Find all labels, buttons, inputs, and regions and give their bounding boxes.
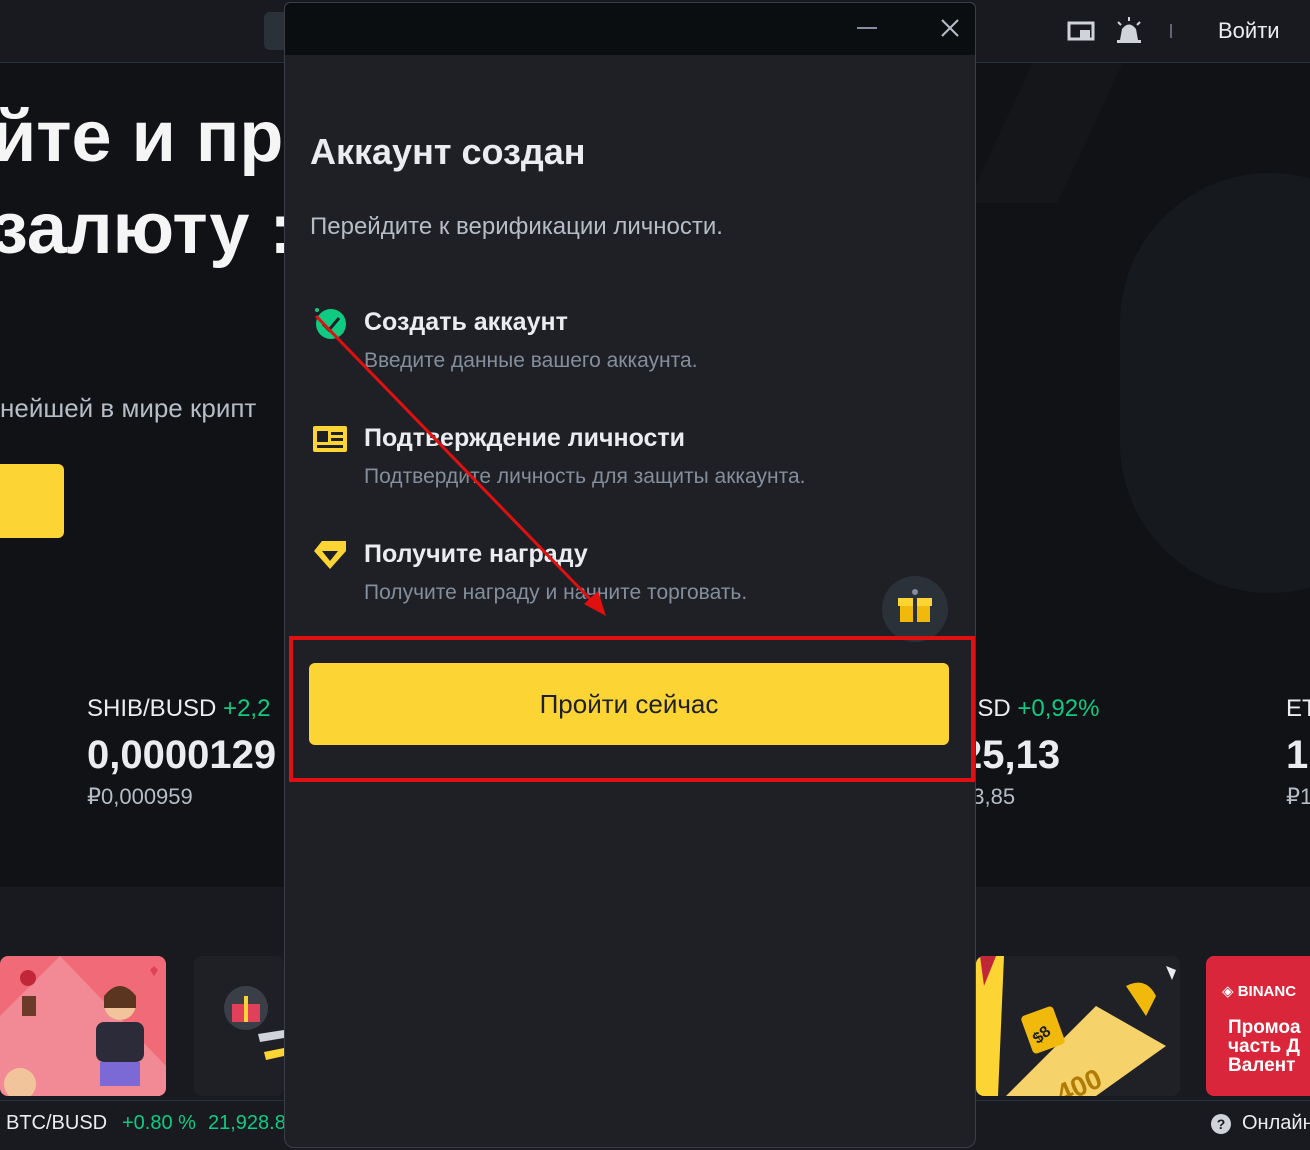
login-link[interactable]: Войти xyxy=(1218,18,1280,44)
ticker-item[interactable]: ET 1 ₽1 xyxy=(1286,695,1310,810)
ticker-change: +2,2 xyxy=(223,695,271,722)
gift-button[interactable] xyxy=(882,576,948,642)
promo-banner-gift[interactable] xyxy=(194,956,284,1096)
check-circle-icon xyxy=(315,308,346,339)
step-title-create-account: Создать аккаунт xyxy=(364,308,568,336)
close-icon[interactable] xyxy=(935,13,965,43)
continue-now-button[interactable]: Пройти сейчас xyxy=(309,663,949,745)
ticker-item[interactable]: SHIB/BUSD +2,2 0,0000129 ₽0,000959 xyxy=(87,695,276,810)
ticker-pair: SHIB/BUSD xyxy=(87,695,217,722)
step-desc-create-account: Введите данные вашего аккаунта. xyxy=(364,349,698,372)
valentine-illustration xyxy=(0,956,166,1096)
ticker-rub-price: 93,85 xyxy=(960,784,1016,809)
search-box[interactable] xyxy=(264,12,286,50)
hero-title-line-2: залюту : xyxy=(0,189,294,269)
hero-signup-button[interactable] xyxy=(0,464,64,538)
gift-illustration xyxy=(224,986,284,1060)
hero-decor-shape xyxy=(1120,173,1310,593)
help-icon[interactable]: ? xyxy=(1210,1113,1232,1135)
ticker-rub-price: ₽1 xyxy=(1286,784,1310,809)
promo-banner-valentine[interactable] xyxy=(0,956,166,1096)
ticket-illustration: $8 400 xyxy=(976,956,1176,1096)
online-support-label[interactable]: Онлайн xyxy=(1242,1112,1310,1135)
gift-icon xyxy=(898,589,932,622)
binance-brand-label: BINANC xyxy=(1237,983,1297,1000)
step-title-verify-identity: Подтверждение личности xyxy=(364,424,686,452)
ticker-pair: ET xyxy=(1286,695,1310,722)
bottom-ticker-pair[interactable]: BTC/BUSD xyxy=(6,1112,107,1135)
step-desc-get-reward: Получите награду и начните торговать. xyxy=(364,581,748,604)
hero-decor-shape xyxy=(967,63,1123,203)
bottom-ticker-price: 21,928.8 xyxy=(208,1112,286,1134)
hero-title-line-1: йте и пр xyxy=(0,97,284,177)
account-created-modal: Аккаунт создан Перейдите к верификации л… xyxy=(284,2,976,1148)
id-card-icon xyxy=(313,426,347,452)
hero-subtitle: нейшей в мире крипт xyxy=(0,393,257,423)
modal-title: Аккаунт создан xyxy=(310,131,586,172)
ticker-rub-price: ₽0,000959 xyxy=(87,784,193,809)
step-title-get-reward: Получите награду xyxy=(364,540,588,568)
ticker-item[interactable]: USD +0,92% 25,13 93,85 xyxy=(960,695,1099,810)
modal-window-header xyxy=(285,3,975,55)
ticker-price: 0,0000129 xyxy=(87,733,277,777)
notification-bell-icon[interactable] xyxy=(1114,16,1144,46)
bottom-ticker-change: +0.80 % xyxy=(122,1112,196,1134)
promo-banner-ticket[interactable]: $8 400 xyxy=(976,956,1180,1096)
step-desc-verify-identity: Подтвердите личность для защиты аккаунта… xyxy=(364,465,806,488)
binance-logo-icon: ◈ xyxy=(1222,983,1234,1000)
ticker-change: +0,92% xyxy=(1017,695,1100,722)
reward-tag-icon xyxy=(314,541,346,569)
modal-subtitle: Перейдите к верификации личности. xyxy=(310,213,723,240)
promo-text: Промоа часть Д Валент xyxy=(1228,1017,1301,1076)
ticker-price: 1 xyxy=(1286,733,1309,777)
download-icon[interactable] xyxy=(1066,16,1096,46)
svg-text:?: ? xyxy=(1217,1116,1226,1132)
minimize-button[interactable] xyxy=(857,27,877,29)
promo-banner-binance[interactable]: ◈ BINANC Промоа часть Д Валент xyxy=(1206,956,1310,1096)
topbar-divider xyxy=(1170,24,1172,38)
ticker-price: 25,13 xyxy=(960,733,1061,777)
